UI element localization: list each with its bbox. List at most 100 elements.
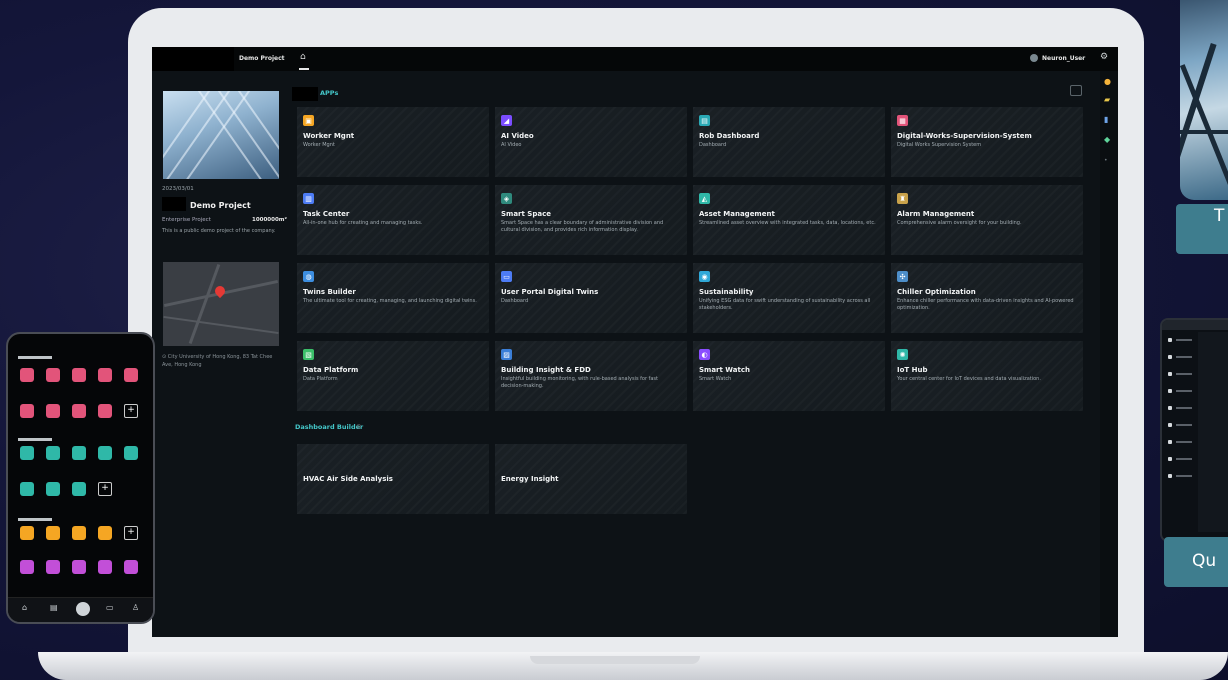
- chevron-down-icon[interactable]: ⌄: [280, 54, 285, 61]
- phone-app-icon[interactable]: [20, 526, 34, 540]
- app-card[interactable]: ▥ Task Center All-in-one hub for creating …: [297, 185, 489, 255]
- app-card-description: Streamlined asset overview with integrat…: [699, 220, 876, 226]
- calendar-icon[interactable]: [1070, 85, 1082, 96]
- project-selector[interactable]: Demo Project: [239, 55, 285, 62]
- app-card[interactable]: ▤ Rob Dashboard Dashboard: [693, 107, 885, 177]
- phone-app-icon[interactable]: [72, 482, 86, 496]
- gear-icon[interactable]: ⚙: [1100, 52, 1108, 62]
- phone-app-icon[interactable]: [72, 404, 86, 418]
- app-card-title: Digital-Works-Supervision-System: [897, 132, 1032, 140]
- menu-icon: [1168, 474, 1172, 478]
- screenshot-header: [1162, 320, 1228, 330]
- dashboard-card-title: HVAC Air Side Analysis: [303, 475, 393, 483]
- app-card[interactable]: ✺ IoT Hub Your central center for IoT devi…: [891, 341, 1083, 411]
- phone-app-icon[interactable]: [72, 368, 86, 382]
- app-icon: ▣: [303, 115, 314, 126]
- phone-bottom-nav: ⌂ ▤ ▭ ♙: [8, 597, 153, 622]
- list-icon[interactable]: ▤: [50, 603, 58, 612]
- phone-app-icon[interactable]: [46, 482, 60, 496]
- phone-app-icon[interactable]: [46, 526, 60, 540]
- phone-app-icon[interactable]: [98, 446, 112, 460]
- phone-app-icon[interactable]: [98, 404, 112, 418]
- app-icon: ▧: [303, 349, 314, 360]
- phone-app-icon[interactable]: [124, 446, 138, 460]
- app-card-description: All-in-one hub for creating and managing…: [303, 220, 423, 226]
- app-card[interactable]: ◭ Asset Management Streamlined asset overv…: [693, 185, 885, 255]
- add-app-icon[interactable]: +: [98, 482, 112, 496]
- app-icon: ✣: [897, 271, 908, 282]
- app-card[interactable]: ▣ Worker Mgnt Worker Mgnt: [297, 107, 489, 177]
- app-card[interactable]: ▦ Digital-Works-Supervision-System Digital…: [891, 107, 1083, 177]
- menu-icon: [1168, 440, 1172, 444]
- app-card[interactable]: ◈ Smart Space Smart Space has a clear boun…: [495, 185, 687, 255]
- avatar[interactable]: [1030, 54, 1038, 62]
- app-card-title: Task Center: [303, 210, 350, 218]
- phone-app-icon[interactable]: [98, 526, 112, 540]
- feature-button[interactable]: T: [1176, 204, 1228, 254]
- phone-section-label: [18, 518, 52, 521]
- scan-icon[interactable]: [76, 602, 90, 616]
- app-card[interactable]: ▨ Building Insight & FDD Insightful buildi…: [495, 341, 687, 411]
- phone-app-icon[interactable]: [98, 368, 112, 382]
- phone-mockup: + + + ⌂ ▤ ▭ ♙: [6, 332, 155, 624]
- chevron-down-icon[interactable]: ⌄: [1080, 54, 1085, 61]
- phone-app-icon[interactable]: [46, 404, 60, 418]
- feature-button[interactable]: Qu: [1164, 537, 1228, 587]
- profile-icon[interactable]: ♙: [132, 603, 139, 612]
- phone-app-icon[interactable]: [20, 446, 34, 460]
- phone-app-icon[interactable]: [46, 446, 60, 460]
- app-card[interactable]: ◉ Sustainability Unifying ESG data for swi…: [693, 263, 885, 333]
- menu-icon: [1168, 389, 1172, 393]
- app-card[interactable]: ♜ Alarm Management Comprehensive alarm ove…: [891, 185, 1083, 255]
- site-photo: [1180, 0, 1228, 200]
- menu-label: [1176, 356, 1192, 358]
- phone-app-icon[interactable]: [72, 560, 86, 574]
- phone-app-icon[interactable]: [46, 368, 60, 382]
- phone-app-icon[interactable]: [72, 446, 86, 460]
- app-card-title: Worker Mgnt: [303, 132, 355, 140]
- message-icon[interactable]: ▭: [106, 603, 114, 612]
- info-icon[interactable]: ◎: [356, 423, 361, 430]
- phone-app-icon[interactable]: [124, 560, 138, 574]
- project-address: ⊙ City University of Hong Kong, 83 Tat C…: [162, 354, 273, 368]
- phone-app-icon[interactable]: [98, 560, 112, 574]
- folder-icon[interactable]: ▰: [1104, 95, 1110, 104]
- app-card-description: Worker Mgnt: [303, 142, 335, 148]
- menu-icon: [1168, 457, 1172, 461]
- user-menu[interactable]: Neuron_User: [1042, 55, 1085, 62]
- home-icon[interactable]: ⌂: [300, 52, 306, 62]
- app-card-description: Smart Watch: [699, 376, 732, 382]
- app-card[interactable]: ◢ AI Video AI Video: [495, 107, 687, 177]
- app-card-title: Smart Watch: [699, 366, 750, 374]
- phone-app-icon[interactable]: [20, 482, 34, 496]
- dashboard-card[interactable]: HVAC Air Side Analysis: [297, 444, 489, 514]
- app-card[interactable]: ◐ Smart Watch Smart Watch: [693, 341, 885, 411]
- phone-app-icon[interactable]: [20, 560, 34, 574]
- laptop-notch: [530, 656, 700, 664]
- dashboard-card[interactable]: Energy Insight: [495, 444, 687, 514]
- phone-app-icon[interactable]: [124, 368, 138, 382]
- app-card[interactable]: ▭ User Portal Digital Twins Dashboard: [495, 263, 687, 333]
- app-card-title: Data Platform: [303, 366, 359, 374]
- app-card-description: The ultimate tool for creating, managing…: [303, 298, 477, 304]
- phone-app-icon[interactable]: [20, 404, 34, 418]
- app-card[interactable]: ◍ Twins Builder The ultimate tool for crea…: [297, 263, 489, 333]
- menu-label: [1176, 339, 1192, 341]
- shield-icon[interactable]: ◆: [1104, 135, 1110, 144]
- home-icon[interactable]: ⌂: [22, 603, 27, 612]
- app-card-description: Insightful building monitoring, with rul…: [501, 376, 658, 389]
- menu-icon: [1168, 355, 1172, 359]
- add-app-icon[interactable]: +: [124, 404, 138, 418]
- add-app-icon[interactable]: +: [124, 526, 138, 540]
- app-card[interactable]: ▧ Data Platform Data Platform: [297, 341, 489, 411]
- location-map[interactable]: [163, 262, 279, 346]
- app-card[interactable]: ✣ Chiller Optimization Enhance chiller per…: [891, 263, 1083, 333]
- phone-app-icon[interactable]: [46, 560, 60, 574]
- document-icon[interactable]: ▮: [1104, 115, 1108, 124]
- phone-app-icon[interactable]: [20, 368, 34, 382]
- project-area: 1000000m²: [252, 217, 287, 223]
- right-icon-rail: ● ▰ ▮ ◆ •: [1100, 71, 1118, 637]
- phone-app-icon[interactable]: [72, 526, 86, 540]
- bell-icon[interactable]: ●: [1104, 77, 1111, 86]
- app-card-description: Dashboard: [501, 298, 529, 304]
